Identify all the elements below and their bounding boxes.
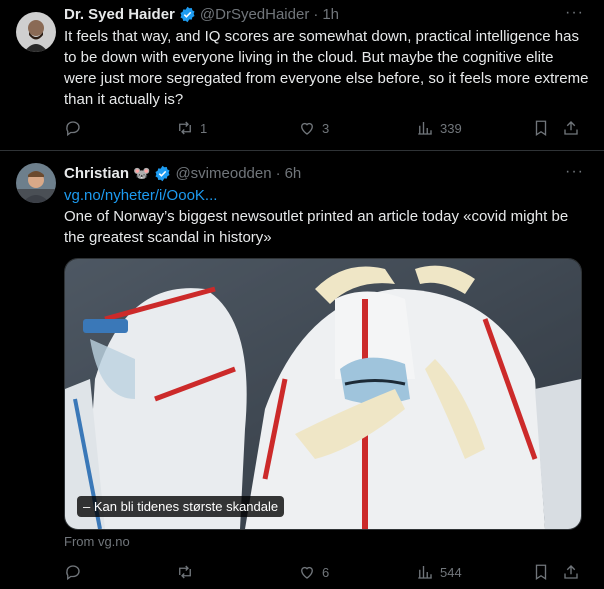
bookmark-button[interactable] bbox=[532, 119, 550, 137]
link-source[interactable]: From vg.no bbox=[64, 534, 130, 549]
retweet-count: 1 bbox=[200, 120, 208, 136]
media-card[interactable]: – Kan bli tidenes største skandale bbox=[64, 258, 582, 530]
news-photo bbox=[65, 259, 581, 529]
avatar[interactable] bbox=[16, 12, 56, 52]
like-button[interactable]: 3 bbox=[298, 119, 329, 137]
retweet-icon bbox=[179, 565, 191, 579]
retweet-icon bbox=[179, 121, 191, 135]
tweet-link[interactable]: vg.no/nyheter/i/OooK... bbox=[64, 185, 589, 206]
author-handle[interactable]: @svimeodden bbox=[175, 165, 271, 182]
share-button[interactable] bbox=[562, 119, 580, 137]
more-icon[interactable]: ··· bbox=[565, 4, 584, 22]
share-icon bbox=[564, 121, 578, 135]
retweet-button[interactable]: 1 bbox=[176, 119, 207, 137]
tweet-header: Christian 🐭 @svimeodden · 6h bbox=[64, 163, 301, 183]
retweet-button[interactable] bbox=[176, 563, 200, 581]
like-icon bbox=[301, 566, 313, 579]
author-handle[interactable]: @DrSyedHaider bbox=[200, 6, 309, 23]
author-name[interactable]: Dr. Syed Haider bbox=[64, 6, 175, 23]
verified-icon bbox=[180, 6, 195, 22]
reply-icon bbox=[66, 565, 80, 581]
tweet-actions: 1 3 339 bbox=[64, 119, 584, 139]
tweet-actions: 6 544 bbox=[64, 563, 584, 583]
timestamp[interactable]: 1h bbox=[322, 6, 339, 23]
bookmark-icon bbox=[535, 564, 547, 581]
views-button[interactable]: 339 bbox=[416, 119, 462, 137]
views-icon bbox=[418, 566, 432, 579]
reply-button[interactable] bbox=[64, 563, 88, 581]
bookmark-button[interactable] bbox=[532, 563, 550, 581]
author-name[interactable]: Christian bbox=[64, 165, 129, 182]
tweet-header: Dr. Syed Haider @DrSyedHaider · 1h bbox=[64, 4, 339, 24]
reply-icon bbox=[66, 121, 80, 137]
verified-icon bbox=[155, 165, 170, 181]
share-icon bbox=[564, 565, 578, 579]
separator-dot: · bbox=[275, 164, 281, 182]
timestamp[interactable]: 6h bbox=[285, 165, 302, 182]
views-count: 339 bbox=[440, 120, 462, 136]
separator-dot: · bbox=[313, 5, 319, 23]
tweet-text: One of Norway’s biggest newsoutlet print… bbox=[64, 208, 569, 246]
tweet-body: vg.no/nyheter/i/OooK... One of Norway’s … bbox=[64, 185, 589, 248]
like-count: 6 bbox=[322, 564, 330, 580]
like-button[interactable]: 6 bbox=[298, 563, 329, 581]
avatar[interactable] bbox=[16, 163, 56, 203]
tweet[interactable]: Christian 🐭 @svimeodden · 6h ··· vg.no/n… bbox=[0, 151, 604, 589]
more-icon[interactable]: ··· bbox=[565, 163, 584, 181]
tweet[interactable]: Dr. Syed Haider @DrSyedHaider · 1h ··· I… bbox=[0, 0, 604, 151]
like-count: 3 bbox=[322, 120, 330, 136]
like-icon bbox=[301, 122, 313, 135]
views-icon bbox=[418, 122, 432, 135]
tweet-text: It feels that way, and IQ scores are som… bbox=[64, 28, 589, 108]
bookmark-icon bbox=[535, 120, 547, 137]
share-button[interactable] bbox=[562, 563, 580, 581]
views-button[interactable]: 544 bbox=[416, 563, 462, 581]
views-count: 544 bbox=[440, 564, 462, 580]
media-caption: – Kan bli tidenes største skandale bbox=[77, 496, 285, 517]
author-emoji: 🐭 bbox=[133, 164, 151, 181]
reply-button[interactable] bbox=[64, 119, 88, 137]
